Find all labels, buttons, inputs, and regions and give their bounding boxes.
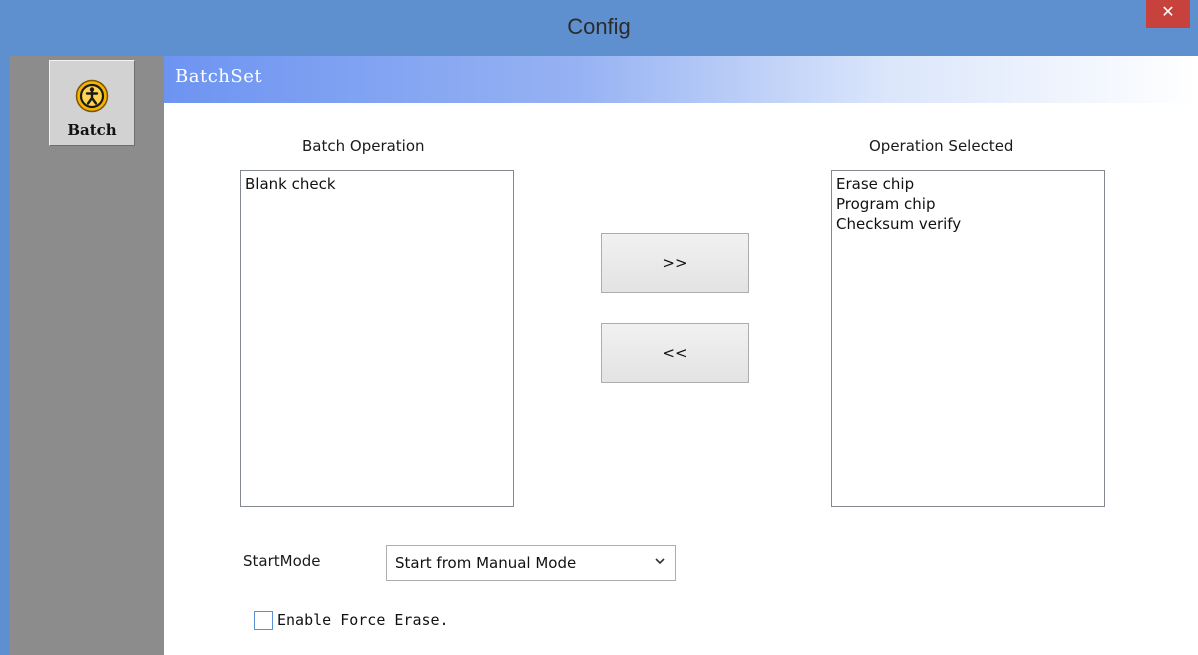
force-erase-checkbox[interactable] xyxy=(254,611,273,630)
start-mode-value: Start from Manual Mode xyxy=(395,554,577,572)
panel-title: BatchSet xyxy=(175,66,263,87)
sidebar: Batch xyxy=(10,56,164,655)
remove-operation-button[interactable]: << xyxy=(601,323,749,383)
force-erase-label[interactable]: Enable Force Erase. xyxy=(277,611,449,629)
operation-selected-list[interactable]: Erase chip Program chip Checksum verify xyxy=(831,170,1105,507)
panel-header: BatchSet xyxy=(164,56,1198,103)
start-mode-select[interactable]: Start from Manual Mode xyxy=(386,545,676,581)
list-item[interactable]: Program chip xyxy=(836,194,1100,214)
sidebar-item-batch[interactable]: Batch xyxy=(49,60,135,146)
chevron-down-icon xyxy=(655,558,665,565)
close-button[interactable]: ✕ xyxy=(1146,0,1190,28)
list-item[interactable]: Blank check xyxy=(245,174,509,194)
sidebar-item-label: Batch xyxy=(67,121,117,139)
close-icon: ✕ xyxy=(1161,2,1175,21)
batchset-panel: BatchSet Batch Operation Operation Selec… xyxy=(164,56,1198,655)
start-mode-label: StartMode xyxy=(243,552,321,570)
add-operation-button[interactable]: >> xyxy=(601,233,749,293)
operation-selected-label: Operation Selected xyxy=(869,137,1014,155)
batch-operation-list[interactable]: Blank check xyxy=(240,170,514,507)
title-bar[interactable]: Config ✕ xyxy=(0,0,1198,56)
list-item[interactable]: Checksum verify xyxy=(836,214,1100,234)
window-title: Config xyxy=(567,14,631,39)
client-area: Batch BatchSet Batch Operation Operation… xyxy=(10,56,1198,655)
batch-operation-label: Batch Operation xyxy=(302,137,425,155)
list-item[interactable]: Erase chip xyxy=(836,174,1100,194)
batch-person-icon xyxy=(75,79,109,113)
config-window: Config ✕ Batch BatchSet Batch Operation … xyxy=(0,0,1198,655)
